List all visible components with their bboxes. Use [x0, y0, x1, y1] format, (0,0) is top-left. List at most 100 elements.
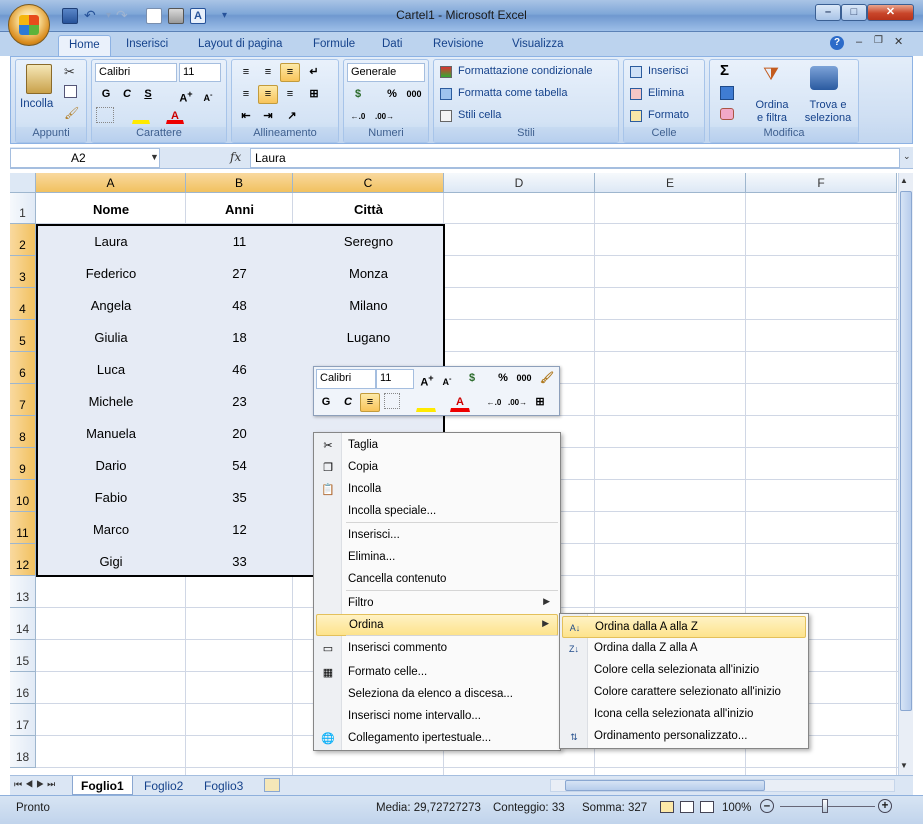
align-right-icon[interactable]: ≡: [280, 85, 300, 104]
mini-size-combo[interactable]: 11: [376, 369, 414, 389]
context-menu-item-filtro[interactable]: Filtro ▶: [316, 593, 558, 615]
row-header-4[interactable]: 4: [10, 288, 36, 320]
mini-fill-color-icon[interactable]: [416, 393, 436, 412]
tab-dati[interactable]: Dati: [372, 35, 412, 56]
thousands-button[interactable]: 000: [404, 85, 424, 104]
mini-font-color-icon[interactable]: A: [450, 393, 470, 412]
context-menu-item-collegamento-ipertestuale[interactable]: Collegamento ipertestuale... 🌐: [316, 728, 558, 750]
mini-thousands-button[interactable]: 000: [514, 369, 534, 388]
wrap-text-icon[interactable]: ↵: [304, 63, 324, 82]
mini-decrease-decimal-icon[interactable]: .00→: [507, 393, 527, 412]
increase-decimal-icon[interactable]: ←.0: [348, 107, 368, 126]
row-header-17[interactable]: 17: [10, 704, 36, 736]
tab-inserisci[interactable]: Inserisci: [116, 35, 178, 56]
cell-b1[interactable]: Anni: [186, 202, 293, 222]
column-header-f[interactable]: F: [746, 173, 897, 193]
workbook-close-icon[interactable]: ✕: [894, 35, 903, 48]
mini-merge-icon[interactable]: ⊞: [530, 393, 550, 412]
mini-center-icon[interactable]: ≡: [360, 393, 380, 412]
mini-format-painter-icon[interactable]: 🖌: [537, 369, 557, 388]
column-header-b[interactable]: B: [186, 173, 293, 193]
mini-currency-icon[interactable]: $: [462, 369, 482, 388]
scroll-up-icon[interactable]: ▲: [900, 176, 908, 185]
row-header-13[interactable]: 13: [10, 576, 36, 608]
sheet-tab-foglio2[interactable]: Foglio2: [136, 776, 191, 795]
mini-borders-icon[interactable]: [384, 393, 400, 409]
horizontal-scrollbar[interactable]: [550, 779, 895, 792]
insert-cells-button[interactable]: Inserisci: [646, 62, 690, 82]
normal-view-icon[interactable]: [660, 801, 674, 813]
horizontal-scroll-thumb[interactable]: [565, 780, 765, 791]
currency-icon[interactable]: $: [348, 85, 368, 104]
ribbon-minimize-icon[interactable]: –: [856, 36, 862, 48]
row-header-2[interactable]: 2: [10, 224, 36, 256]
context-menu-item-inserisci-commento[interactable]: Inserisci commento ▭: [316, 638, 558, 660]
vertical-scroll-thumb[interactable]: [900, 191, 912, 711]
select-all-corner[interactable]: [10, 173, 36, 193]
tab-revisione[interactable]: Revisione: [423, 35, 494, 56]
copy-icon[interactable]: [64, 85, 77, 98]
zoom-out-icon[interactable]: –: [760, 799, 774, 813]
column-header-c[interactable]: C: [293, 173, 444, 193]
format-as-table-button[interactable]: Formatta come tabella: [456, 84, 569, 104]
fill-color-icon[interactable]: [132, 107, 150, 124]
row-header-1[interactable]: 1: [10, 193, 36, 224]
zoom-slider-thumb[interactable]: [822, 799, 828, 813]
tab-layout-di-pagina[interactable]: Layout di pagina: [188, 35, 292, 56]
insert-function-icon[interactable]: fx: [230, 150, 241, 164]
cell-a1[interactable]: Nome: [36, 202, 186, 222]
row-header-5[interactable]: 5: [10, 320, 36, 352]
context-menu-item-cancella-contenuto[interactable]: Cancella contenuto: [316, 569, 558, 591]
row-header-16[interactable]: 16: [10, 672, 36, 704]
context-menu-item-inserisci-nome-intervallo[interactable]: Inserisci nome intervallo...: [316, 706, 558, 728]
align-middle-icon[interactable]: ≡: [258, 63, 278, 82]
office-button[interactable]: [8, 4, 50, 46]
sort-filter-label-1[interactable]: Ordina: [752, 99, 792, 111]
expand-formula-icon[interactable]: ⌄: [903, 151, 911, 162]
orientation-icon[interactable]: ↗: [282, 107, 302, 126]
font-name-combo[interactable]: Calibri: [95, 63, 177, 82]
row-header-8[interactable]: 8: [10, 416, 36, 448]
tab-formule[interactable]: Formule: [303, 35, 365, 56]
row-header-6[interactable]: 6: [10, 352, 36, 384]
clear-icon[interactable]: [720, 108, 734, 120]
minimize-button[interactable]: –: [815, 4, 841, 21]
shrink-font-icon[interactable]: A-: [198, 85, 218, 104]
tab-visualizza[interactable]: Visualizza: [502, 35, 574, 56]
context-menu-item-incolla-speciale[interactable]: Incolla speciale...: [316, 501, 558, 523]
maximize-button[interactable]: □: [841, 4, 867, 21]
context-menu-item-elimina[interactable]: Elimina...: [316, 547, 558, 569]
page-break-view-icon[interactable]: [700, 801, 714, 813]
ribbon-restore-icon[interactable]: ❐: [874, 35, 883, 46]
row-header-3[interactable]: 3: [10, 256, 36, 288]
sheet-nav-icon[interactable]: ⏮◀▶⏭: [14, 779, 58, 790]
sort-menu-item-2[interactable]: Ordina dalla Z alla A Z↓: [562, 638, 806, 660]
mini-shrink-font-icon[interactable]: A-: [437, 369, 457, 388]
row-header-14[interactable]: 14: [10, 608, 36, 640]
autosum-icon[interactable]: Σ: [720, 62, 729, 79]
find-select-label-1[interactable]: Trova e: [802, 99, 854, 111]
decrease-indent-icon[interactable]: ⇤: [236, 107, 256, 126]
context-menu-item-copia[interactable]: Copia ❐: [316, 457, 558, 479]
row-header-7[interactable]: 7: [10, 384, 36, 416]
zoom-in-icon[interactable]: +: [878, 799, 892, 813]
mini-grow-font-icon[interactable]: A+: [417, 369, 437, 389]
underline-button[interactable]: S: [138, 85, 158, 104]
align-left-icon[interactable]: ≡: [236, 85, 256, 104]
context-menu-item-formato-celle[interactable]: Formato celle... ▦: [316, 662, 558, 684]
mini-increase-decimal-icon[interactable]: ←.0: [484, 393, 504, 412]
scroll-down-icon[interactable]: ▼: [900, 761, 908, 770]
format-cells-button[interactable]: Formato: [646, 106, 691, 126]
close-button[interactable]: ✕: [867, 4, 914, 21]
merge-center-icon[interactable]: ⊞: [304, 85, 324, 104]
column-header-e[interactable]: E: [595, 173, 746, 193]
row-header-15[interactable]: 15: [10, 640, 36, 672]
sheet-tab-foglio1[interactable]: Foglio1: [72, 776, 133, 795]
align-bottom-icon[interactable]: ≡: [280, 63, 300, 82]
sort-menu-item-1[interactable]: Ordina dalla A alla Z A↓: [562, 616, 806, 638]
help-icon[interactable]: ?: [830, 36, 844, 50]
cut-icon[interactable]: ✂: [64, 64, 75, 80]
context-menu-item-ordina[interactable]: Ordina ▶: [316, 614, 558, 636]
sort-filter-label-2[interactable]: e filtra: [746, 112, 798, 124]
percent-button[interactable]: %: [382, 85, 402, 104]
